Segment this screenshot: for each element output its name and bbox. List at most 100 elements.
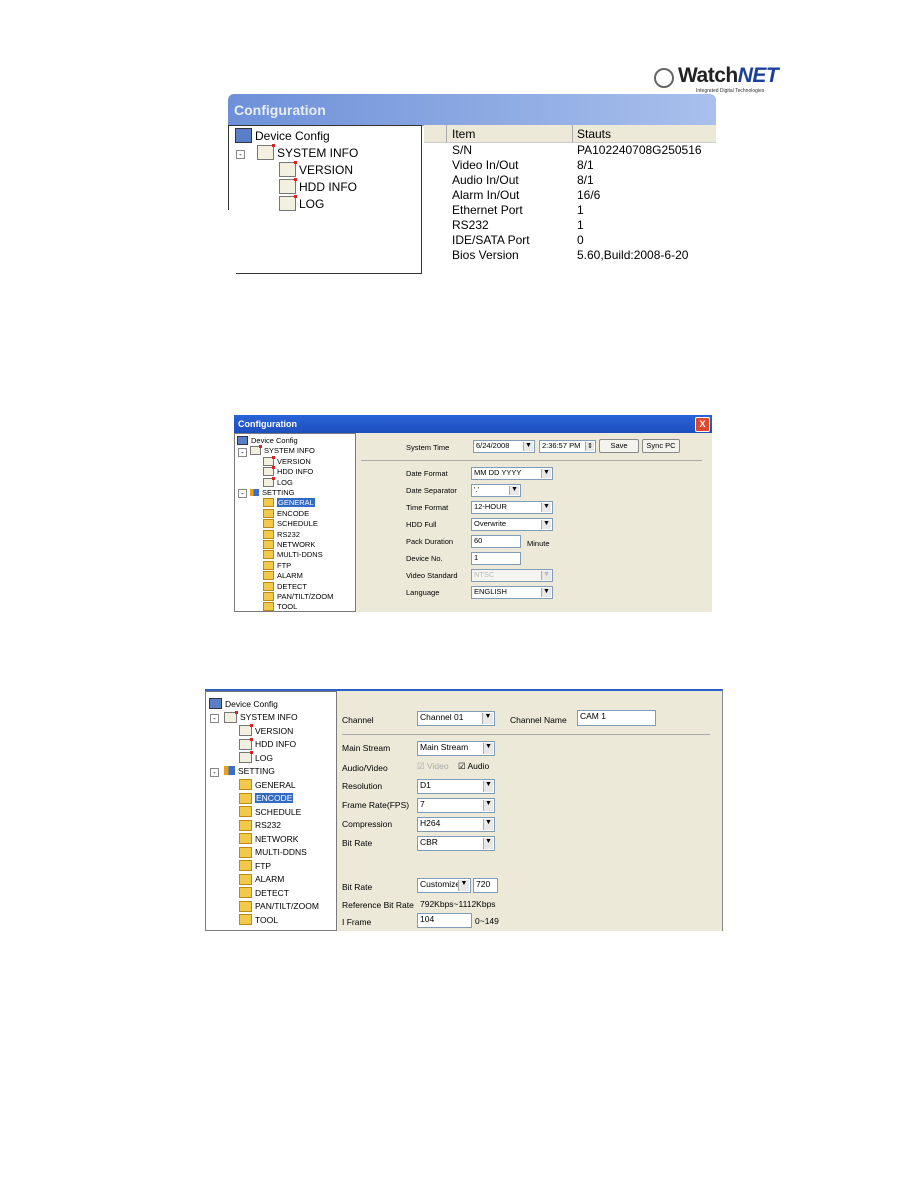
note-icon <box>239 724 253 736</box>
bit-rate-custom-input[interactable]: 720 <box>473 878 498 893</box>
collapse-icon[interactable]: - <box>210 768 219 778</box>
tree-item-general[interactable]: GENERAL <box>263 498 315 508</box>
frame-rate-select[interactable]: 7 ▼ <box>417 798 495 813</box>
main-stream-label: Main Stream <box>342 743 391 753</box>
device-no-input[interactable]: 1 <box>471 552 521 565</box>
main-stream-value: Main Stream <box>420 742 469 752</box>
title-bar: Configuration X <box>234 415 712 433</box>
computer-icon <box>235 128 252 143</box>
tree-item-schedule[interactable]: SCHEDULE <box>263 519 318 529</box>
bit-rate-custom-select[interactable]: Customized ▼ <box>417 878 471 893</box>
tree-item-ftp[interactable]: FTP <box>263 560 291 570</box>
tree-item-detect[interactable]: DETECT <box>263 581 307 591</box>
device-tree: Device Config SYSTEM INFO - VERSION HDD INFO… <box>234 433 356 612</box>
chevron-down-icon: ▼ <box>541 571 551 580</box>
config-window-encode: Device Config SYSTEM INFO - VERSION HDD INFO… <box>205 689 723 931</box>
tree-item-encode[interactable]: ENCODE <box>263 508 309 518</box>
compression-select[interactable]: H264 ▼ <box>417 817 495 832</box>
column-header-status[interactable]: Stauts <box>577 127 611 141</box>
tree-item-label: VERSION <box>299 162 354 177</box>
tree-item-ftp[interactable]: FTP <box>239 860 271 871</box>
tree-item-system-info[interactable]: SYSTEM INFO <box>250 445 315 456</box>
tree-item-label: MULTI-DDNS <box>277 550 323 560</box>
iframe-value: 104 <box>420 914 435 924</box>
tree-item-network[interactable]: NETWORK <box>239 833 298 844</box>
tree-item-device-config[interactable]: Device Config <box>237 436 298 445</box>
status-cell: 1 <box>577 203 584 217</box>
save-button[interactable]: Save <box>599 439 639 453</box>
tree-item-device-config[interactable]: Device Config <box>209 698 278 709</box>
tree-item-hdd-info[interactable]: HDD INFO <box>239 737 296 750</box>
channel-label: Channel <box>342 715 374 725</box>
tree-item-rs232[interactable]: RS232 <box>239 819 281 831</box>
collapse-icon[interactable]: - <box>236 149 245 159</box>
tree-item-device-config[interactable]: Device Config <box>235 128 330 143</box>
sync-pc-button[interactable]: Sync PC <box>642 439 680 453</box>
tree-item-setting[interactable]: SETTING <box>224 766 275 776</box>
main-stream-select[interactable]: Main Stream ▼ <box>417 741 495 756</box>
audio-video-label: Audio/Video <box>342 763 388 773</box>
manual-page: WatchNET Integrated Digital Technologies… <box>0 0 918 1188</box>
channel-value: Channel 01 <box>420 712 464 722</box>
iframe-input[interactable]: 104 <box>417 913 472 928</box>
watchnet-logo: WatchNET Integrated Digital Technologies <box>652 64 779 96</box>
channel-name-input[interactable]: CAM 1 <box>577 710 656 726</box>
tree-item-hdd-info[interactable]: HDD INFO <box>279 178 357 194</box>
collapse-icon[interactable]: - <box>238 447 247 457</box>
tree-item-rs232[interactable]: RS232 <box>263 529 300 539</box>
tree-item-system-info[interactable]: SYSTEM INFO <box>257 144 358 160</box>
tree-item-log[interactable]: LOG <box>279 195 324 211</box>
tree-item-tool[interactable]: TOOL <box>239 914 278 925</box>
language-select[interactable]: ENGLISH ▼ <box>471 586 553 599</box>
tree-item-pan-tilt-zoom[interactable]: PAN/TILT/ZOOM <box>263 592 333 601</box>
date-separator-select[interactable]: '.' ▼ <box>471 484 521 497</box>
resolution-select[interactable]: D1 ▼ <box>417 779 495 794</box>
audio-checkbox[interactable]: ☑ Audio <box>458 761 489 772</box>
info-list: Item Stauts S/N PA102240708G250516 Video I… <box>424 125 716 274</box>
folder-icon <box>263 581 274 591</box>
date-picker[interactable]: 6/24/2008 ▼ <box>473 440 535 453</box>
tree-item-multi-ddns[interactable]: MULTI-DDNS <box>263 550 323 560</box>
tree-item-setting[interactable]: SETTING <box>250 488 295 497</box>
tree-item-log[interactable]: LOG <box>263 476 293 487</box>
hdd-full-select[interactable]: Overwrite ▼ <box>471 518 553 531</box>
folder-icon <box>239 860 252 871</box>
pack-duration-label: Pack Duration <box>406 537 454 546</box>
collapse-icon[interactable]: - <box>210 714 219 724</box>
tree-item-detect[interactable]: DETECT <box>239 887 289 898</box>
tree-item-hdd-info[interactable]: HDD INFO <box>263 466 313 477</box>
tree-item-version[interactable]: VERSION <box>239 724 293 736</box>
tree-item-encode[interactable]: ENCODE <box>239 792 294 804</box>
tree-item-label: DETECT <box>277 581 307 591</box>
tree-item-log[interactable]: LOG <box>239 751 273 763</box>
column-header-item[interactable]: Item <box>452 127 475 141</box>
date-format-select[interactable]: MM DD YYYY ▼ <box>471 467 553 480</box>
time-spinner[interactable]: 2:36:57 PM ⇕ <box>539 440 596 453</box>
bit-rate-select[interactable]: CBR ▼ <box>417 836 495 851</box>
tree-item-version[interactable]: VERSION <box>279 161 354 177</box>
tree-item-pan-tilt-zoom[interactable]: PAN/TILT/ZOOM <box>239 900 319 912</box>
note-icon <box>257 144 275 160</box>
tree-item-network[interactable]: NETWORK <box>263 540 315 549</box>
spinner-icon[interactable]: ⇕ <box>585 442 594 451</box>
tree-item-alarm[interactable]: ALARM <box>239 873 284 885</box>
tree-item-alarm[interactable]: ALARM <box>263 571 303 581</box>
config-window-system-info: Configuration Device Config SYSTEM INFO - V… <box>228 94 716 274</box>
tree-item-schedule[interactable]: SCHEDULE <box>239 806 301 817</box>
channel-select[interactable]: Channel 01 ▼ <box>417 711 495 726</box>
tree-item-version[interactable]: VERSION <box>263 455 311 466</box>
close-button[interactable]: X <box>695 417 710 432</box>
tree-item-system-info[interactable]: SYSTEM INFO <box>224 710 298 723</box>
tree-item-general[interactable]: GENERAL <box>239 779 296 790</box>
time-format-select[interactable]: 12-HOUR ▼ <box>471 501 553 514</box>
collapse-icon[interactable]: - <box>238 489 247 499</box>
computer-icon <box>209 698 222 709</box>
tree-item-tool[interactable]: TOOL <box>263 602 297 612</box>
pack-duration-input[interactable]: 60 <box>471 535 521 548</box>
folder-icon <box>263 571 274 581</box>
reference-bit-rate-label: Reference Bit Rate <box>342 900 414 910</box>
folder-icon <box>263 540 274 549</box>
device-no-label: Device No. <box>406 554 443 563</box>
pack-duration-value: 60 <box>474 536 483 545</box>
tree-item-multi-ddns[interactable]: MULTI-DDNS <box>239 846 307 858</box>
